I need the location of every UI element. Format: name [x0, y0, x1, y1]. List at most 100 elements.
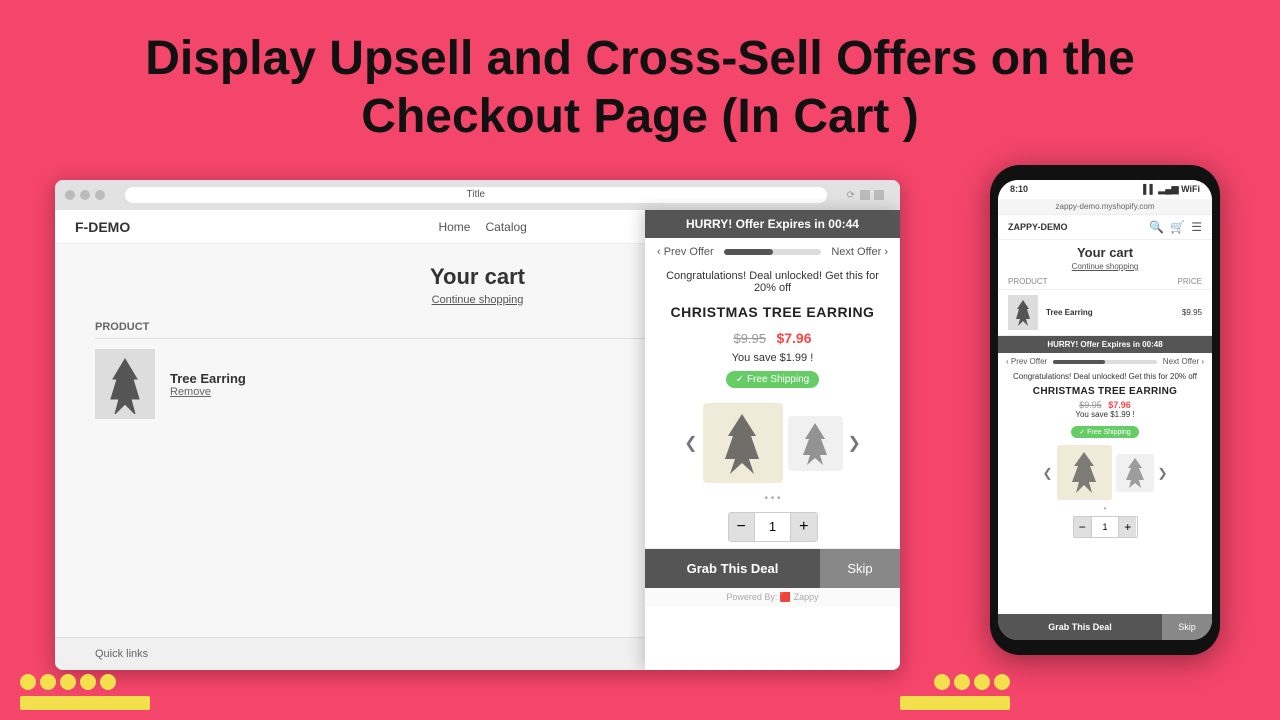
popup-progress-fill: [724, 249, 773, 255]
phone-url-bar: zappy-demo.myshopify.com: [998, 199, 1212, 215]
phone-popup: HURRY! Offer Expires in 00:48 ‹ Prev Off…: [998, 336, 1212, 640]
nav-link-home[interactable]: Home: [438, 220, 470, 234]
popup-thumb-image: [788, 416, 843, 471]
popup-product-title: CHRISTMAS TREE EARRING: [645, 298, 900, 326]
phone-progress-bar: [1053, 360, 1157, 364]
qty-decrease-btn[interactable]: −: [729, 513, 754, 541]
next-offer-btn[interactable]: Next Offer ›: [831, 246, 888, 258]
phone-shipping-wrap: ✓ Free Shipping: [998, 421, 1212, 439]
footer-quick-links[interactable]: Quick links: [95, 648, 148, 660]
phone-earring-svg: [1013, 299, 1033, 327]
phone-skip-btn[interactable]: Skip: [1162, 614, 1212, 640]
phone-qty-increase-btn[interactable]: +: [1119, 517, 1136, 537]
phone-price-header: PRICE: [1178, 277, 1202, 286]
browser-close-btn[interactable]: [65, 190, 75, 200]
phone-screen: 8:10 ▌▌ ▂▄▆ WiFi zappy-demo.myshopify.co…: [998, 180, 1212, 640]
phone-status-bar: 8:10 ▌▌ ▂▄▆ WiFi: [998, 180, 1212, 199]
browser-toolbar: Title ⟳: [55, 180, 900, 210]
yellow-bar-right: [900, 696, 1010, 710]
shop-nav-links: Home Catalog: [438, 220, 526, 234]
phone-free-shipping-badge: ✓ Free Shipping: [1071, 426, 1138, 438]
phone-cart-title: Your cart: [998, 240, 1212, 262]
phone-cart-icon[interactable]: 🛒: [1170, 220, 1185, 234]
phone-qty-value: 1: [1091, 517, 1119, 537]
phone-mock: 8:10 ▌▌ ▂▄▆ WiFi zappy-demo.myshopify.co…: [990, 165, 1220, 655]
dot-r3: [974, 674, 990, 690]
popup-hurry-banner: HURRY! Offer Expires in 00:44: [645, 210, 900, 238]
popup-prices: $9.95 $7.96: [645, 326, 900, 352]
popup-save-text: You save $1.99 !: [645, 352, 900, 364]
popup-quantity: − 1 +: [728, 512, 818, 542]
phone-thumb-svg: [1121, 456, 1149, 490]
popup-congrats-text: Congratulations! Deal unlocked! Get this…: [645, 266, 900, 298]
phone-hurry-banner: HURRY! Offer Expires in 00:48: [998, 336, 1212, 353]
dot-2: [40, 674, 56, 690]
phone-prices: $9.95 $7.96: [998, 400, 1212, 410]
dot-r1: [934, 674, 950, 690]
popup-shipping-wrap: ✓ Free Shipping: [645, 367, 900, 392]
phone-shop-icons: 🔍 🛒 ☰: [1149, 220, 1202, 234]
prev-offer-btn[interactable]: ‹ Prev Offer: [657, 246, 714, 258]
phone-item-price: $9.95: [1182, 308, 1202, 317]
phone-images: ❮ ❯: [998, 441, 1212, 504]
phone-prev-image-btn[interactable]: ❮: [1042, 466, 1052, 480]
skip-btn[interactable]: Skip: [820, 549, 900, 588]
dot-r4: [994, 674, 1010, 690]
phone-menu-icon[interactable]: ☰: [1191, 220, 1202, 234]
phone-product-title: CHRISTMAS TREE EARRING: [998, 383, 1212, 400]
shop-logo: F-DEMO: [75, 219, 130, 235]
nav-link-catalog[interactable]: Catalog: [485, 220, 526, 234]
phone-next-offer-btn[interactable]: Next Offer ›: [1163, 357, 1204, 366]
browser-min-btn[interactable]: [80, 190, 90, 200]
popup-images: ❮ ❯: [645, 395, 900, 491]
phone-qty-decrease-btn[interactable]: −: [1074, 517, 1091, 537]
dots-right: [934, 674, 1010, 690]
phone-signal-icons: ▌▌ ▂▄▆ WiFi: [1143, 184, 1200, 195]
dot-4: [80, 674, 96, 690]
popup-nav: ‹ Prev Offer Next Offer ›: [645, 238, 900, 266]
yellow-bar-left: [20, 696, 150, 710]
phone-item-details: Tree Earring: [1046, 308, 1174, 317]
qty-increase-btn[interactable]: +: [791, 513, 816, 541]
phone-main-image: [1057, 445, 1112, 500]
popup-thumb-svg: [796, 421, 834, 466]
phone-item-name: Tree Earring: [1046, 308, 1174, 317]
popup-prev-image-btn[interactable]: ❮: [684, 433, 697, 453]
product-column-header: PRODUCT: [95, 321, 149, 333]
dots-left: [20, 674, 116, 690]
page-title: Display Upsell and Cross-Sell Offers on …: [0, 0, 1280, 165]
phone-grab-deal-btn[interactable]: Grab This Deal: [998, 614, 1162, 640]
dot-1: [20, 674, 36, 690]
popup-new-price: $7.96: [776, 330, 811, 346]
popup-overlay: HURRY! Offer Expires in 00:44 ‹ Prev Off…: [645, 210, 900, 670]
phone-progress-fill: [1053, 360, 1105, 364]
phone-time: 8:10: [1010, 184, 1028, 195]
phone-table-header: PRODUCT PRICE: [998, 274, 1212, 290]
browser-extra-btns: [860, 190, 890, 200]
phone-popup-earring-svg: [1065, 450, 1103, 495]
popup-earring-svg: [715, 411, 770, 476]
popup-powered-by: Powered By: 🟥 Zappy: [645, 588, 900, 607]
browser-window: Title ⟳ F-DEMO Home Catalog 🔍 🛒 Your car…: [55, 180, 900, 670]
phone-shop-logo: ZAPPY-DEMO: [1008, 222, 1068, 232]
popup-image-dots: • • •: [645, 493, 900, 504]
phone-actions: Grab This Deal Skip: [998, 614, 1212, 640]
phone-search-icon[interactable]: 🔍: [1149, 220, 1164, 234]
grab-deal-btn[interactable]: Grab This Deal: [645, 549, 820, 588]
popup-free-shipping-badge: ✓ Free Shipping: [726, 371, 819, 388]
dot-r2: [954, 674, 970, 690]
popup-next-image-btn[interactable]: ❯: [848, 433, 861, 453]
phone-shop-nav: ZAPPY-DEMO 🔍 🛒 ☰: [998, 215, 1212, 240]
phone-congrats-text: Congratulations! Deal unlocked! Get this…: [998, 370, 1212, 383]
phone-product-header: PRODUCT: [1008, 277, 1048, 286]
phone-prev-offer-btn[interactable]: ‹ Prev Offer: [1006, 357, 1047, 366]
browser-refresh-icon[interactable]: ⟳: [847, 190, 855, 201]
browser-url-bar: Title: [125, 187, 827, 203]
phone-thumb-image: [1116, 454, 1154, 492]
qty-value: 1: [754, 513, 791, 541]
phone-quantity: − 1 +: [1073, 516, 1138, 538]
phone-continue-shopping[interactable]: Continue shopping: [998, 262, 1212, 271]
phone-save-text: You save $1.99 !: [998, 410, 1212, 419]
browser-max-btn[interactable]: [95, 190, 105, 200]
phone-next-image-btn[interactable]: ❯: [1158, 466, 1168, 480]
